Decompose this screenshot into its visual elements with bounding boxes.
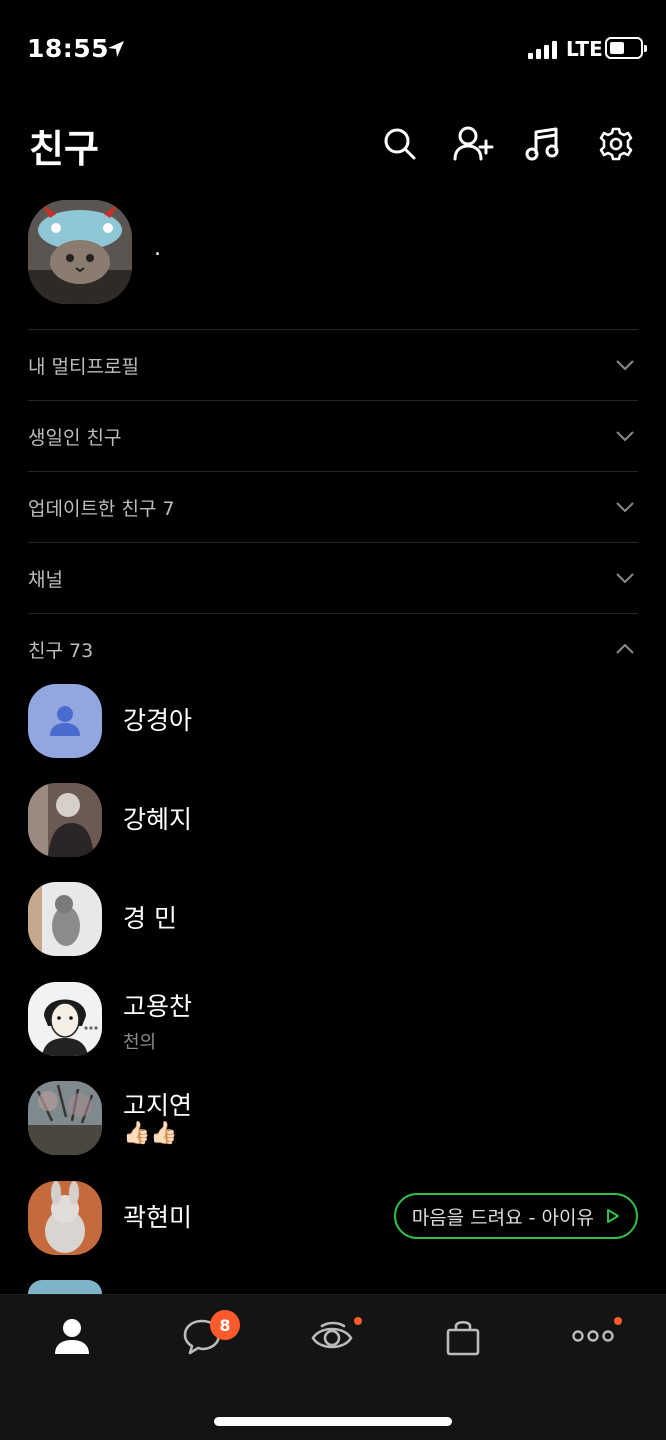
music-button[interactable]: [521, 122, 565, 166]
friend-name: 고용찬: [123, 992, 193, 1021]
section-multi-profile[interactable]: 내 멀티프로필: [28, 329, 638, 400]
chevron-up-icon: [614, 638, 636, 660]
friend-name: 곽현미: [123, 1203, 193, 1232]
section-label: 친구 73: [28, 639, 94, 662]
my-profile-name[interactable]: .: [154, 236, 161, 261]
section-label: 채널: [28, 568, 63, 591]
shopping-bag-icon: [446, 1320, 480, 1356]
friend-row[interactable]: 고용찬 천의: [28, 982, 638, 1058]
person-icon: [50, 706, 80, 736]
friend-row[interactable]: 경 민: [28, 882, 638, 958]
friend-name: 고지연: [123, 1091, 193, 1120]
friend-status-message: 천의: [123, 1032, 157, 1053]
tab-view[interactable]: [302, 1311, 362, 1361]
section-channels[interactable]: 채널: [28, 542, 638, 613]
network-type: LTE: [566, 37, 603, 61]
page-title: 친구: [29, 127, 99, 171]
tab-shopping[interactable]: [433, 1311, 493, 1361]
my-profile-avatar[interactable]: [28, 200, 132, 304]
eye-icon: [311, 1321, 353, 1349]
gear-icon: [599, 127, 633, 161]
friend-name: 경 민: [123, 904, 177, 933]
friend-avatar: [28, 882, 102, 956]
friend-avatar-partial: [28, 1280, 102, 1294]
chat-unread-badge: 8: [210, 1310, 240, 1340]
bottom-nav: 8: [0, 1294, 666, 1440]
friend-name: 강경아: [123, 706, 193, 735]
location-arrow-icon: [108, 41, 124, 57]
friend-avatar: [28, 783, 102, 857]
search-icon: [384, 128, 416, 160]
section-label: 생일인 친구: [28, 426, 122, 449]
music-title: 마음을 드려요 - 아이유: [411, 1206, 594, 1229]
section-friends[interactable]: 친구 73: [28, 613, 638, 684]
more-icon: [572, 1330, 614, 1342]
person-icon: [55, 1319, 89, 1354]
signal-icon: [528, 39, 557, 59]
section-label: 업데이트한 친구 7: [28, 497, 175, 520]
friend-avatar: [28, 1181, 102, 1255]
add-friend-icon: [453, 126, 494, 161]
home-indicator: [214, 1417, 452, 1426]
add-friend-button[interactable]: [451, 122, 495, 166]
more-new-dot: [614, 1317, 622, 1325]
friend-name: 강혜지: [123, 805, 193, 834]
status-bar: 18:55 LTE: [0, 0, 666, 100]
chevron-down-icon: [614, 567, 636, 589]
chevron-down-icon: [614, 354, 636, 376]
tab-friends[interactable]: [42, 1311, 102, 1361]
chevron-down-icon: [614, 496, 636, 518]
status-time: 18:55: [27, 34, 110, 63]
cat-photo: [28, 200, 132, 304]
section-birthday-friends[interactable]: 생일인 친구: [28, 400, 638, 471]
settings-button[interactable]: [594, 122, 638, 166]
search-button[interactable]: [378, 122, 422, 166]
profile-music-button[interactable]: 마음을 드려요 - 아이유: [393, 1193, 638, 1239]
friend-row[interactable]: 곽현미 마음을 드려요 - 아이유: [28, 1181, 638, 1257]
friend-status-message: 👍🏻👍🏻: [123, 1121, 178, 1146]
friend-avatar: [28, 982, 102, 1056]
default-avatar: [28, 684, 102, 758]
play-icon: [607, 1209, 619, 1223]
chevron-down-icon: [614, 425, 636, 447]
friend-row[interactable]: 고지연 👍🏻👍🏻: [28, 1081, 638, 1157]
friend-row[interactable]: 강혜지: [28, 783, 638, 859]
friend-row[interactable]: 강경아: [28, 684, 638, 760]
section-label: 내 멀티프로필: [28, 355, 139, 378]
friend-avatar: [28, 1081, 102, 1155]
view-new-dot: [354, 1317, 362, 1325]
music-note-icon: [525, 127, 559, 161]
battery-icon: [605, 37, 647, 59]
section-updated-friends[interactable]: 업데이트한 친구 7: [28, 471, 638, 542]
